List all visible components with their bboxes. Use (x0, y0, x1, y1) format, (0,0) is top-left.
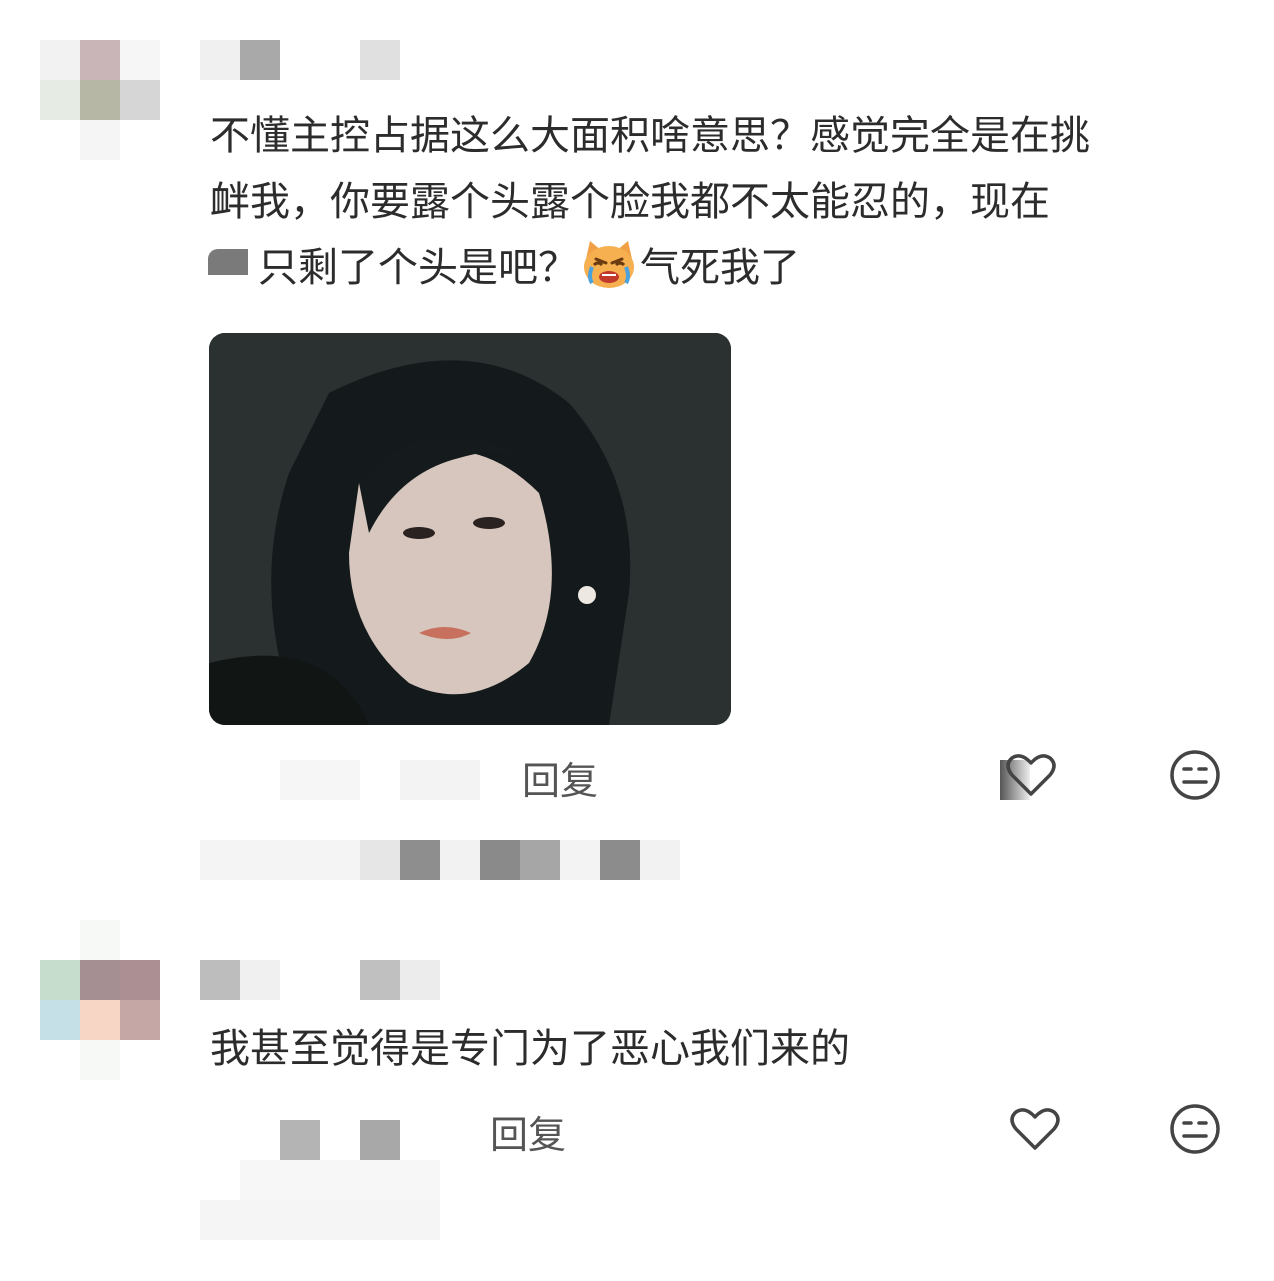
avatar-2[interactable] (40, 920, 160, 1080)
comment-1-line-3-text: 只剩了个头是吧？ (258, 245, 578, 291)
heart-icon (1006, 754, 1056, 796)
dislike-button-1[interactable] (1168, 748, 1222, 802)
comment-2-line-1: 我甚至觉得是专门为了恶心我们来的 (210, 1026, 850, 1072)
reply-button-1[interactable]: 回复 (522, 750, 598, 805)
username-1[interactable] (200, 40, 440, 80)
avatar-1[interactable] (40, 40, 160, 160)
heart-icon (1010, 1108, 1060, 1150)
comment-1-line-1: 不懂主控占据这么大面积啥意思？感觉完全是在挑 (210, 113, 1090, 159)
redaction-block (208, 249, 248, 275)
timestamp-redacted-2 (200, 1120, 480, 1240)
neutral-face-icon (1170, 1104, 1220, 1154)
reply-button-2[interactable]: 回复 (490, 1104, 566, 1159)
replies-toggle-redacted[interactable] (200, 840, 680, 880)
comment-1-tail-text: 气死我了 (640, 245, 800, 291)
like-button-2[interactable] (1008, 1102, 1062, 1156)
comment-2-text: 我甚至觉得是专门为了恶心我们来的 (210, 1016, 850, 1082)
crying-angry-cat-emoji-icon (580, 237, 638, 291)
timestamp-redacted-1 (280, 760, 480, 800)
comment-1-text: 不懂主控占据这么大面积啥意思？感觉完全是在挑 衅我，你要露个头露个脸我都不太能忍… (208, 103, 1090, 301)
dislike-button-2[interactable] (1168, 1102, 1222, 1156)
comment-1-line-3: 只剩了个头是吧？ 气死我了 (208, 235, 1090, 301)
like-button-1[interactable] (1000, 748, 1056, 802)
comment-1-line-2: 衅我，你要露个头露个脸我都不太能忍的，现在 (210, 179, 1050, 225)
username-2[interactable] (200, 960, 440, 1000)
neutral-face-icon (1170, 750, 1220, 800)
photo[interactable] (209, 333, 731, 725)
